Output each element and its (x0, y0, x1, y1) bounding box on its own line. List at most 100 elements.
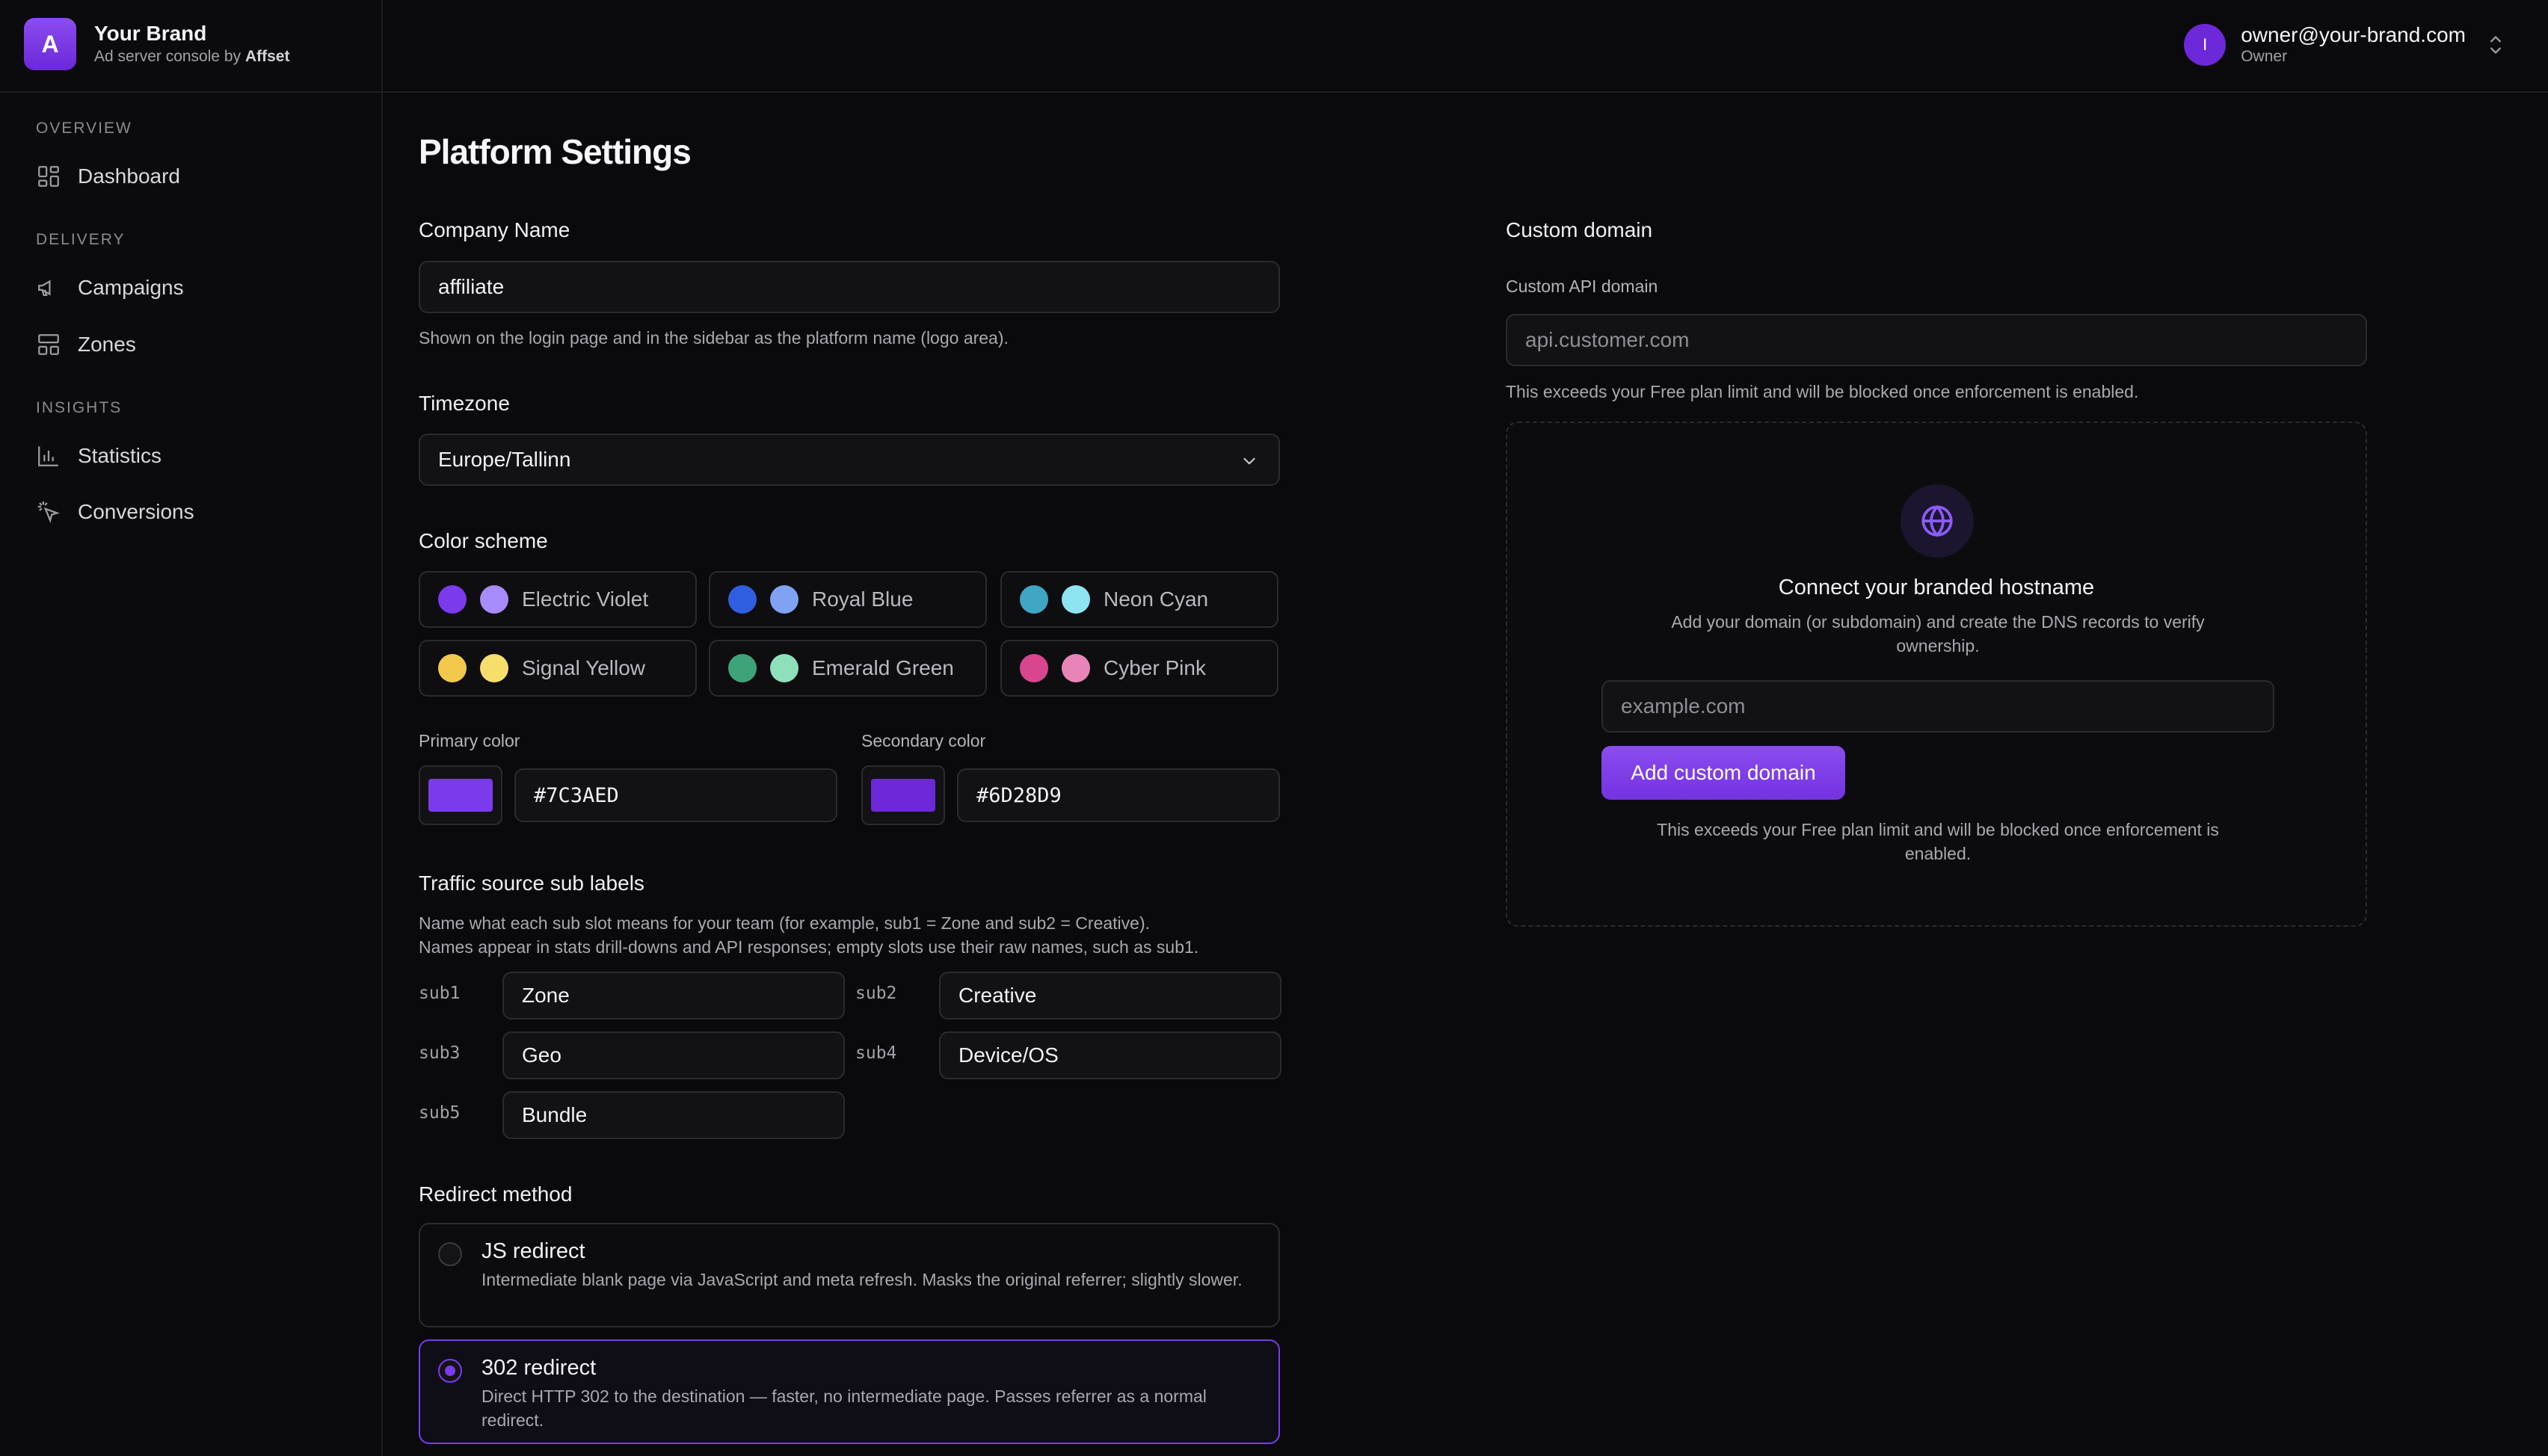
color-dot-primary (728, 654, 757, 682)
timezone-label: Timezone (419, 392, 510, 415)
brand-subtitle: Ad server console by Affset (94, 46, 289, 67)
sub5-input[interactable]: Bundle (502, 1091, 845, 1139)
color-scheme-option-label: Emerald Green (812, 656, 954, 679)
color-dot-primary (438, 585, 467, 614)
sidebar-item-statistics[interactable]: Statistics (36, 438, 161, 474)
sub4-input[interactable]: Device/OS (939, 1031, 1281, 1079)
secondary-color-fill (871, 779, 935, 812)
color-scheme-option[interactable]: Cyber Pink (1000, 640, 1278, 697)
radio-js-redirect[interactable] (438, 1242, 462, 1266)
redirect-method-label: Redirect method (419, 1182, 573, 1206)
sidebar-item-dashboard[interactable]: Dashboard (36, 158, 180, 194)
sidebar-item-label: Statistics (78, 444, 162, 467)
redirect-option-302[interactable]: 302 redirect Direct HTTP 302 to the dest… (419, 1339, 1280, 1444)
brand-text: Your Brand Ad server console by Affset (94, 21, 289, 67)
user-email: owner@your-brand.com (2241, 23, 2466, 46)
add-custom-domain-button[interactable]: Add custom domain (1601, 746, 1845, 800)
color-dot-primary (1020, 585, 1048, 614)
custom-api-domain-label: Custom API domain (1506, 277, 1658, 296)
sub-labels-help-1: Name what each sub slot means for your t… (419, 913, 1150, 933)
radio-302-redirect[interactable] (438, 1359, 462, 1383)
header-divider (0, 91, 2548, 93)
color-dot-secondary (480, 585, 508, 614)
color-dot-secondary (480, 654, 508, 682)
sidebar-item-campaigns[interactable]: Campaigns (36, 270, 184, 306)
brand-subtitle-prefix: Ad server console by (94, 48, 241, 65)
color-dot-primary (438, 654, 467, 682)
sub2-input[interactable]: Creative (939, 972, 1281, 1019)
color-dot-primary (1020, 654, 1048, 682)
user-role: Owner (2241, 48, 2288, 65)
sidebar-item-label: Campaigns (78, 276, 184, 299)
color-dot-secondary (770, 654, 798, 682)
sidebar-item-label: Zones (78, 333, 136, 356)
sub3-tag: sub3 (419, 1043, 461, 1063)
color-scheme-option[interactable]: Neon Cyan (1000, 571, 1278, 628)
color-scheme-option[interactable]: Signal Yellow (419, 640, 697, 697)
sub-labels-help-2: Names appear in stats drill-downs and AP… (419, 937, 1199, 957)
color-dot-secondary (1062, 585, 1090, 614)
page-title: Platform Settings (419, 132, 692, 171)
plan-limit-warning: This exceeds your Free plan limit and wi… (1506, 382, 2139, 401)
sub1-input[interactable]: Zone (502, 972, 845, 1019)
sidebar-item-zones[interactable]: Zones (36, 327, 136, 363)
color-scheme-option[interactable]: Emerald Green (709, 640, 987, 697)
secondary-color-swatch[interactable] (861, 765, 945, 825)
sub1-tag: sub1 (419, 984, 461, 1003)
connect-hostname-title: Connect your branded hostname (1778, 576, 2095, 599)
color-scheme-option-label: Signal Yellow (522, 656, 646, 679)
sub5-tag: sub5 (419, 1103, 461, 1123)
card-plan-limit-warning: This exceeds your Free plan limit and wi… (1657, 820, 2219, 863)
user-menu[interactable]: I owner@your-brand.com Owner (2184, 21, 2506, 69)
cursor-click-icon (37, 501, 60, 523)
redirect-option-title: 302 redirect (481, 1356, 597, 1380)
custom-domain-input[interactable]: example.com (1601, 680, 2274, 732)
color-scheme-option[interactable]: Royal Blue (709, 571, 987, 628)
custom-api-domain-input[interactable]: api.customer.com (1506, 314, 2367, 366)
primary-color-swatch[interactable] (419, 765, 502, 825)
chevron-down-icon (1243, 457, 1255, 465)
chevron-up-down-icon (2490, 36, 2501, 54)
brand[interactable]: A Your Brand Ad server console by Affset (24, 18, 289, 70)
redirect-option-js[interactable]: JS redirect Intermediate blank page via … (419, 1223, 1280, 1327)
color-scheme-option[interactable]: Electric Violet (419, 571, 697, 628)
sidebar: A Your Brand Ad server console by Affset… (0, 0, 383, 1456)
connect-hostname-desc: Add your domain (or subdomain) and creat… (1671, 612, 2205, 655)
color-dot-primary (728, 585, 757, 614)
sidebar-item-label: Conversions (78, 500, 194, 523)
redirect-option-title: JS redirect (481, 1239, 585, 1263)
megaphone-icon (38, 280, 51, 297)
timezone-select[interactable]: Europe/Tallinn (419, 434, 1280, 486)
redirect-option-desc: Intermediate blank page via JavaScript a… (481, 1270, 1243, 1289)
sub3-input[interactable]: Geo (502, 1031, 845, 1079)
color-scheme-option-label: Electric Violet (522, 587, 649, 611)
custom-domain-title: Custom domain (1506, 218, 1653, 241)
primary-color-input[interactable]: #7C3AED (514, 768, 837, 822)
secondary-color-label: Secondary color (861, 731, 986, 750)
secondary-color-input[interactable]: #6D28D9 (957, 768, 1280, 822)
dashboard-icon (38, 166, 59, 187)
globe-badge (1901, 484, 1974, 558)
brand-company: Affset (244, 48, 290, 65)
color-scheme-option-label: Royal Blue (812, 587, 914, 611)
avatar: I (2184, 24, 2227, 66)
color-dot-secondary (770, 585, 798, 614)
layout-icon (38, 334, 59, 355)
sidebar-item-conversions[interactable]: Conversions (36, 494, 194, 530)
user-text: owner@your-brand.com Owner (2241, 23, 2466, 67)
sidebar-item-label: Dashboard (78, 164, 180, 188)
primary-color-fill (428, 779, 493, 812)
globe-icon (1921, 505, 1953, 537)
color-scheme-option-label: Cyber Pink (1104, 656, 1206, 679)
timezone-value: Europe/Tallinn (438, 448, 571, 471)
color-scheme-option-label: Neon Cyan (1104, 587, 1209, 611)
color-dot-secondary (1062, 654, 1090, 682)
color-scheme-label: Color scheme (419, 529, 548, 552)
company-name-help: Shown on the login page and in the sideb… (419, 328, 1009, 348)
company-name-label: Company Name (419, 218, 570, 241)
nav-section-delivery: DELIVERY (36, 231, 126, 248)
connect-hostname-card: Connect your branded hostname Add your d… (1506, 422, 2367, 927)
nav-section-overview: OVERVIEW (36, 120, 132, 137)
company-name-input[interactable]: affiliate (419, 261, 1280, 313)
brand-name: Your Brand (94, 22, 207, 45)
